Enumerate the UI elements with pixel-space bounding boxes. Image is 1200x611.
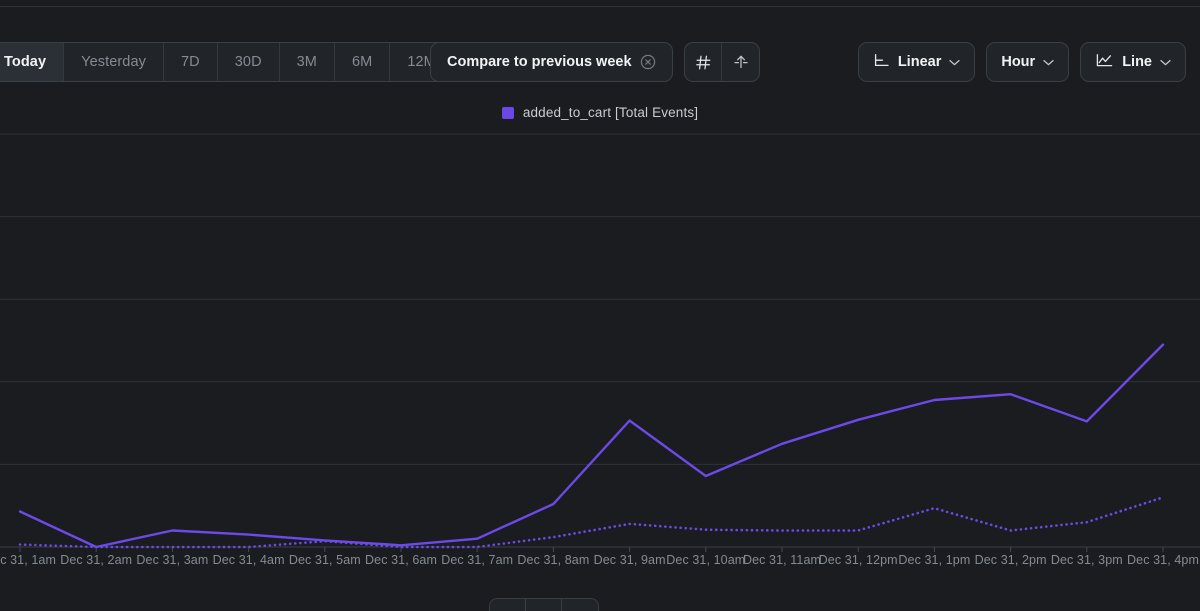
paging-segment-1[interactable] bbox=[490, 599, 526, 611]
compare-to-previous-week-button[interactable]: Compare to previous week bbox=[430, 42, 673, 82]
axis-icon bbox=[873, 53, 890, 72]
chevron-down-icon bbox=[1160, 59, 1171, 66]
date-range-segmented-control[interactable]: Today Yesterday 7D 30D 3M 6M 12M bbox=[0, 42, 454, 82]
range-option-6m[interactable]: 6M bbox=[335, 43, 391, 81]
x-axis-label: Dec 31, 6am bbox=[365, 553, 437, 567]
close-circle-icon[interactable] bbox=[640, 54, 656, 70]
range-option-7d[interactable]: 7D bbox=[164, 43, 218, 81]
range-option-3m[interactable]: 3M bbox=[280, 43, 335, 81]
x-axis-label: Dec 31, 9am bbox=[593, 553, 666, 567]
paging-segmented-control[interactable] bbox=[489, 598, 599, 611]
line-chart[interactable] bbox=[0, 130, 1200, 555]
chart-plot-area[interactable] bbox=[0, 130, 1200, 555]
x-axis-label: Dec 31, 12pm bbox=[818, 553, 898, 567]
granularity-dropdown[interactable]: Hour bbox=[986, 42, 1070, 82]
panel-top-divider bbox=[0, 6, 1200, 7]
x-axis-label: Dec 31, 2pm bbox=[974, 553, 1047, 567]
range-option-today[interactable]: Today bbox=[0, 43, 65, 81]
chart-display-controls: Linear Hour Line bbox=[857, 42, 1186, 82]
compare-button-label: Compare to previous week bbox=[447, 54, 632, 70]
paging-segment-3[interactable] bbox=[562, 599, 598, 611]
x-axis-label: Dec 31, 1pm bbox=[898, 553, 971, 567]
chart-legend: added_to_cart [Total Events] bbox=[0, 105, 1200, 120]
chevron-down-icon bbox=[1043, 59, 1054, 66]
scale-type-dropdown[interactable]: Linear bbox=[857, 42, 976, 82]
chevron-down-icon bbox=[949, 59, 960, 66]
grid-icon[interactable] bbox=[685, 43, 722, 81]
chart-x-axis: Dec 31, 1amDec 31, 2amDec 31, 3amDec 31,… bbox=[0, 549, 1200, 575]
x-axis-label: Dec 31, 11am bbox=[742, 553, 822, 567]
x-axis-label: Dec 31, 10am bbox=[666, 553, 746, 567]
legend-series-label[interactable]: added_to_cart [Total Events] bbox=[523, 105, 698, 120]
annotation-arrow-icon[interactable] bbox=[722, 43, 759, 81]
range-option-30d[interactable]: 30D bbox=[218, 43, 280, 81]
granularity-label: Hour bbox=[1001, 54, 1036, 70]
chart-type-dropdown[interactable]: Line bbox=[1080, 42, 1186, 82]
series-line-added-to-cart bbox=[18, 343, 1165, 549]
x-axis-label: Dec 31, 3am bbox=[136, 553, 209, 567]
x-axis-label: Dec 31, 3pm bbox=[1050, 553, 1123, 567]
line-chart-icon bbox=[1095, 53, 1114, 72]
analytics-chart-panel: Today Yesterday 7D 30D 3M 6M 12M Compare… bbox=[0, 0, 1200, 611]
x-axis-label: Dec 31, 4am bbox=[212, 553, 285, 567]
chart-type-label: Line bbox=[1122, 54, 1152, 70]
x-axis-label: Dec 31, 7am bbox=[441, 553, 514, 567]
chart-tool-icon-group[interactable] bbox=[684, 42, 760, 82]
x-axis-label: Dec 31, 5am bbox=[288, 553, 361, 567]
range-option-yesterday[interactable]: Yesterday bbox=[64, 43, 164, 81]
paging-segment-2[interactable] bbox=[526, 599, 562, 611]
chart-toolbar: Today Yesterday 7D 30D 3M 6M 12M Compare… bbox=[0, 42, 1200, 84]
legend-swatch[interactable] bbox=[501, 106, 514, 119]
x-axis-label: Dec 31, 4pm bbox=[1127, 553, 1199, 567]
x-axis-label: Dec 31, 1am bbox=[0, 553, 56, 567]
x-axis-label: Dec 31, 8am bbox=[517, 553, 590, 567]
scale-type-label: Linear bbox=[897, 54, 942, 70]
series-line-previous-week bbox=[18, 496, 1165, 549]
chart-gridlines bbox=[0, 133, 1200, 548]
x-axis-label: Dec 31, 2am bbox=[60, 553, 133, 567]
